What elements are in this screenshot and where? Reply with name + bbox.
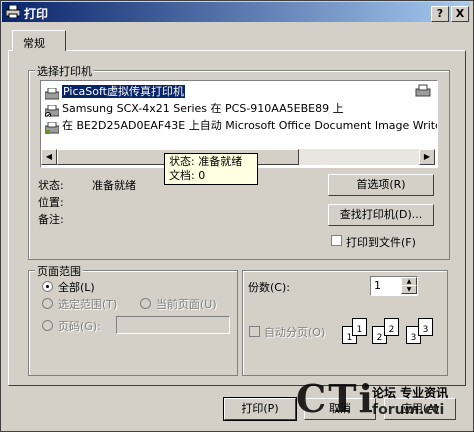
collate-page: 2 [384, 318, 399, 336]
print-to-file-label: 打印到文件(F) [346, 236, 416, 249]
printer-tooltip: 状态: 准备就绪 文档: 0 [164, 153, 258, 185]
network-printer-icon [44, 104, 60, 118]
status-value: 准备就绪 [92, 179, 136, 192]
collate-checkbox[interactable] [249, 326, 260, 337]
page-range-pages-radio[interactable] [42, 320, 53, 331]
scroll-left-icon[interactable]: ◀ [41, 149, 57, 165]
select-printer-group-label: 选择打印机 [35, 63, 94, 79]
copies-value: 1 [374, 279, 381, 292]
collate-label: 自动分页(O) [264, 326, 326, 339]
printer-item-samsung[interactable]: Samsung SCX-4x21 Series 在 PCS-910AA5EBE8… [44, 101, 344, 118]
page-range-pages-label: 页码(G): [58, 320, 101, 333]
page-range-current-radio[interactable] [140, 298, 151, 309]
status-label: 状态: [38, 179, 64, 192]
tooltip-status: 状态: 准备就绪 [169, 155, 243, 168]
page-range-group-label: 页面范围 [35, 263, 83, 279]
spin-down-icon[interactable]: ▼ [401, 285, 417, 294]
printer-item-label: Samsung SCX-4x21 Series 在 PCS-910AA5EBE8… [62, 102, 344, 115]
print-button[interactable]: 打印(P) [224, 398, 296, 420]
page-range-all-label: 全部(L) [58, 281, 95, 294]
printer-title-icon [5, 4, 21, 19]
tab-general[interactable]: 常规 [12, 30, 66, 51]
title-bar[interactable]: 打印 ? X [2, 2, 470, 22]
find-printer-button[interactable]: 查找打印机(D)... [328, 204, 434, 226]
watermark-text-1: 论坛 专业资讯 [372, 386, 449, 400]
location-label: 位置: [38, 196, 64, 209]
collate-page: 1 [352, 318, 367, 336]
comment-label: 备注: [38, 213, 64, 226]
page-range-all-radio[interactable] [42, 281, 53, 292]
watermark-text-2: forum.cti [372, 402, 445, 418]
page-range-pages-input[interactable] [116, 316, 230, 334]
network-printer-icon [44, 121, 60, 134]
printer-item-mdi[interactable]: 在 BE2D25AD0EAF43E 上自动 Microsoft Office D… [44, 118, 438, 134]
help-button[interactable]: ? [431, 6, 449, 22]
printer-item-label: 在 BE2D25AD0EAF43E 上自动 Microsoft Office D… [62, 119, 438, 132]
close-button[interactable]: X [451, 6, 469, 22]
printer-item-picasoft[interactable]: PicaSoft虚拟传真打印机 [44, 84, 185, 100]
page-range-current-label: 当前页面(U) [156, 298, 217, 311]
page-range-selection-radio[interactable] [42, 298, 53, 309]
copies-spinner[interactable]: 1 ▲ ▼ [370, 276, 418, 296]
preferences-button[interactable]: 首选项(R) [328, 174, 434, 196]
print-to-file-checkbox[interactable] [331, 235, 342, 246]
watermark-logo: CTi [296, 376, 375, 421]
collate-page: 3 [418, 318, 433, 336]
window-title: 打印 [24, 7, 49, 21]
printer-item-label: PicaSoft虚拟传真打印机 [62, 85, 185, 98]
collate-illustration: 1 1 2 2 3 3 [340, 314, 436, 348]
fax-printer-icon [44, 87, 60, 100]
tab-general-label: 常规 [23, 37, 45, 50]
tooltip-documents: 文档: 0 [169, 169, 206, 182]
page-range-selection-label: 选定范围(T) [58, 298, 118, 311]
add-printer-icon [415, 84, 431, 101]
copies-label: 份数(C): [248, 281, 290, 294]
scroll-right-icon[interactable]: ▶ [419, 149, 435, 165]
